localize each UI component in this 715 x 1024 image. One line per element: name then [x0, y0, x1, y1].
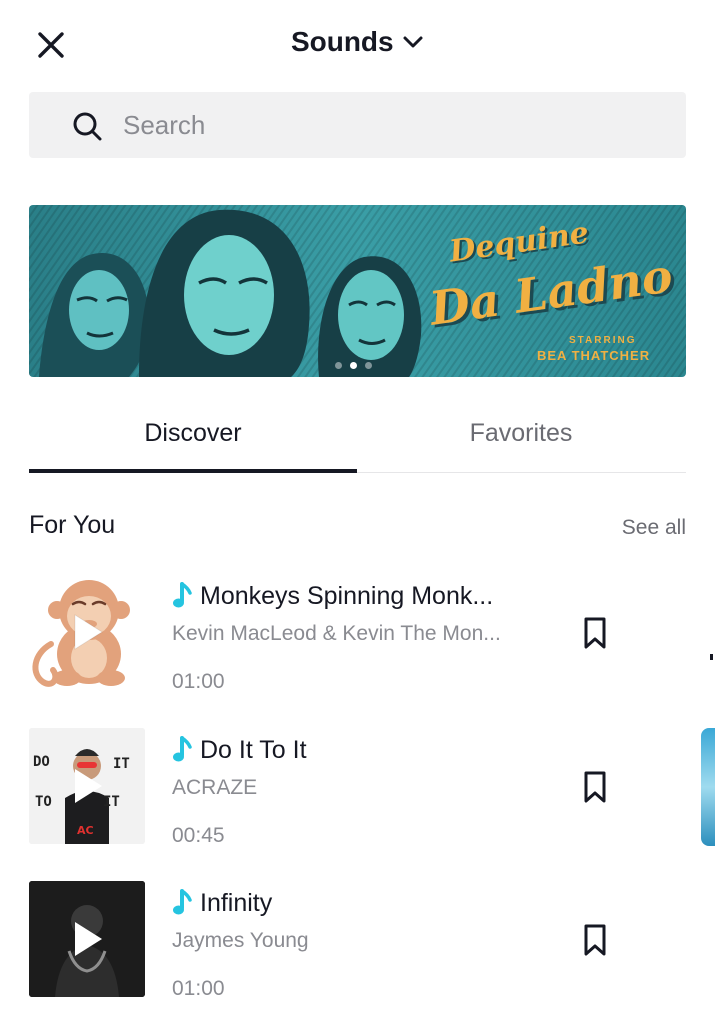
- track-duration: 01:00: [172, 977, 225, 1000]
- tab-bar: Discover Favorites: [29, 405, 686, 473]
- track-duration: 01:00: [172, 670, 225, 693]
- track-name: Monkeys Spinning Monk...: [200, 581, 494, 610]
- track-row[interactable]: DO IT TO IT AC Do It To It ACRAZE 00:45: [29, 728, 669, 848]
- carousel-dot-active[interactable]: [350, 362, 357, 369]
- track-cover[interactable]: [29, 881, 145, 997]
- track-duration: 00:45: [172, 824, 225, 847]
- adjacent-card-peek[interactable]: [701, 728, 715, 846]
- carousel-dot[interactable]: [365, 362, 372, 369]
- tab-discover[interactable]: Discover: [29, 405, 357, 473]
- music-note-icon: [173, 582, 192, 608]
- play-icon[interactable]: [71, 919, 105, 959]
- banner-star-name: BEA THATCHER: [537, 348, 651, 363]
- bookmark-icon[interactable]: [582, 616, 608, 650]
- see-all-link[interactable]: See all: [622, 516, 686, 540]
- page-title: Sounds: [290, 26, 394, 57]
- music-note-icon: [173, 736, 192, 762]
- search-input[interactable]: [123, 104, 663, 146]
- chevron-down-icon: [403, 36, 423, 48]
- promo-banner[interactable]: Dequine Da Ladno STARRING BEA THATCHER: [29, 205, 686, 377]
- track-name: Do It To It: [200, 735, 307, 764]
- track-cover[interactable]: DO IT TO IT AC: [29, 728, 145, 844]
- search-icon: [73, 112, 102, 141]
- banner-starring: STARRING: [569, 335, 637, 346]
- track-artist: Kevin MacLeod & Kevin The Mon...: [172, 622, 501, 645]
- svg-text:AC: AC: [77, 824, 94, 837]
- carousel-dot[interactable]: [335, 362, 342, 369]
- bookmark-icon[interactable]: [582, 923, 608, 957]
- track-name: Infinity: [200, 888, 273, 917]
- adjacent-page-edge-mark: [710, 654, 713, 660]
- play-icon[interactable]: [71, 612, 105, 652]
- track-artist: ACRAZE: [172, 776, 258, 799]
- svg-text:IT: IT: [103, 794, 120, 810]
- svg-text:IT: IT: [113, 756, 130, 772]
- track-artist: Jaymes Young: [172, 929, 309, 952]
- carousel-dots: [335, 362, 372, 369]
- bookmark-icon[interactable]: [582, 770, 608, 804]
- track-row[interactable]: Monkeys Spinning Monk... Kevin MacLeod &…: [29, 574, 669, 694]
- sounds-dropdown[interactable]: Sounds: [0, 26, 715, 58]
- tab-favorites[interactable]: Favorites: [357, 405, 685, 473]
- track-info: Monkeys Spinning Monk... Kevin MacLeod &…: [172, 574, 572, 694]
- play-icon[interactable]: [71, 766, 105, 806]
- section-title: For You: [29, 511, 116, 539]
- header: Sounds: [0, 0, 715, 90]
- active-tab-indicator: [29, 469, 357, 473]
- track-info: Do It To It ACRAZE 00:45: [172, 728, 572, 848]
- track-cover[interactable]: [29, 574, 145, 690]
- track-row[interactable]: Infinity Jaymes Young 01:00: [29, 881, 669, 1001]
- track-info: Infinity Jaymes Young 01:00: [172, 881, 572, 1001]
- music-note-icon: [173, 889, 192, 915]
- search-bar[interactable]: [29, 92, 686, 158]
- svg-text:TO: TO: [35, 794, 52, 810]
- svg-text:DO: DO: [33, 754, 50, 770]
